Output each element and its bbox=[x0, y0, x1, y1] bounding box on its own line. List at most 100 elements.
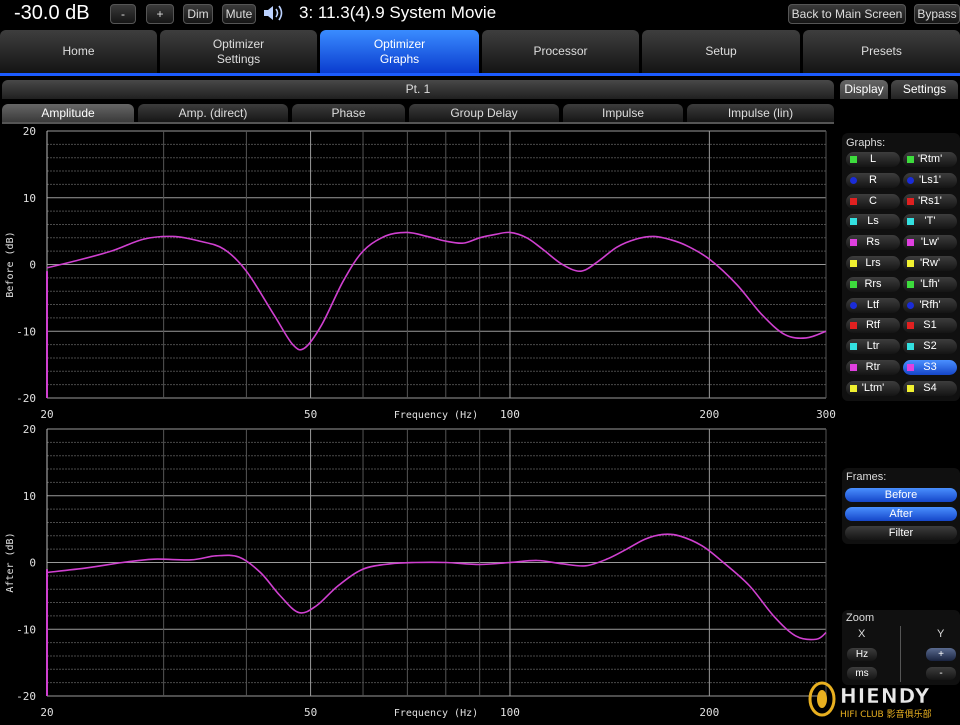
graph-toggle-l6[interactable]: Rrs bbox=[846, 276, 900, 292]
channel-label: 'Rs1' bbox=[918, 194, 942, 207]
frame-filter-button[interactable]: Filter bbox=[845, 526, 957, 540]
channel-label: 'Rtm' bbox=[917, 153, 943, 165]
graph-toggle-r11[interactable]: S4 bbox=[903, 380, 957, 396]
zoom-y-out-button[interactable]: - bbox=[926, 667, 956, 680]
channel-label: L bbox=[869, 153, 877, 165]
y-tick-label: 20 bbox=[23, 125, 36, 138]
tab-settings[interactable]: Settings bbox=[891, 80, 958, 99]
graph-toggle-r7[interactable]: 'Rfh' bbox=[903, 297, 957, 313]
graph-toggle-r5[interactable]: 'Rw' bbox=[903, 256, 957, 271]
channel-color-swatch bbox=[850, 156, 857, 163]
subtab-impulse-lin[interactable]: Impulse (lin) bbox=[687, 104, 834, 122]
channel-color-swatch bbox=[907, 301, 914, 309]
speaker-icon[interactable] bbox=[262, 3, 284, 23]
graph-toggle-r10[interactable]: S3 bbox=[903, 360, 957, 375]
channel-label: 'Rfh' bbox=[919, 298, 941, 311]
graph-toggle-r4[interactable]: 'Lw' bbox=[903, 235, 957, 251]
volume-up-button[interactable]: + bbox=[146, 4, 174, 24]
subtab-group-delay[interactable]: Group Delay bbox=[409, 104, 559, 122]
channel-color-swatch bbox=[850, 260, 857, 267]
graph-toggle-r3[interactable]: 'T' bbox=[903, 214, 957, 230]
y-tick-label: -10 bbox=[16, 325, 36, 338]
subtab-impulse[interactable]: Impulse bbox=[563, 104, 683, 122]
channel-color-swatch bbox=[850, 322, 857, 330]
zoom-x-ms-button[interactable]: ms bbox=[847, 667, 877, 680]
channel-label: Rtf bbox=[865, 319, 881, 332]
tab-label: Processor bbox=[533, 44, 588, 58]
graph-toggle-l10[interactable]: Rtr bbox=[846, 360, 900, 375]
zoom-x-label: X bbox=[858, 628, 866, 640]
channel-label: Rs bbox=[866, 236, 880, 249]
zoom-y-in-button[interactable]: + bbox=[926, 648, 956, 661]
graph-toggle-l0[interactable]: L bbox=[846, 152, 900, 167]
x-axis-label: Frequency (Hz) bbox=[394, 410, 478, 421]
channel-color-swatch bbox=[850, 301, 857, 309]
subtab-amp-direct[interactable]: Amp. (direct) bbox=[138, 104, 288, 122]
tab-setup[interactable]: Setup bbox=[642, 30, 800, 73]
channel-color-swatch bbox=[907, 239, 914, 247]
zoom-x-hz-button[interactable]: Hz bbox=[847, 648, 877, 661]
graph-toggle-r9[interactable]: S2 bbox=[903, 339, 957, 355]
bypass-button[interactable]: Bypass bbox=[914, 4, 960, 24]
tab-processor[interactable]: Processor bbox=[482, 30, 639, 73]
tab-optimizer-graphs[interactable]: Optimizer Graphs bbox=[320, 30, 479, 73]
graph-toggle-l3[interactable]: Ls bbox=[846, 214, 900, 230]
subtab-amplitude[interactable]: Amplitude bbox=[2, 104, 134, 122]
graph-toggle-l4[interactable]: Rs bbox=[846, 235, 900, 251]
channel-label: 'Ltm' bbox=[861, 381, 885, 394]
channel-label: S3 bbox=[923, 361, 937, 373]
tab-optimizer-settings[interactable]: Optimizer Settings bbox=[160, 30, 317, 73]
graph-toggle-r6[interactable]: 'Lfh' bbox=[903, 276, 957, 292]
channel-label: 'Ls1' bbox=[919, 173, 941, 186]
graph-toggle-r8[interactable]: S1 bbox=[903, 318, 957, 334]
zoom-divider bbox=[900, 626, 901, 682]
before-chart: 20100-10-20Before (dB)20 50 100 200 300Frequ… bbox=[5, 125, 836, 421]
frame-before-button[interactable]: Before bbox=[845, 488, 957, 502]
channel-label: Rtr bbox=[865, 361, 881, 373]
graph-toggle-l9[interactable]: Ltr bbox=[846, 339, 900, 355]
volume-down-button[interactable]: - bbox=[110, 4, 136, 24]
channel-color-swatch bbox=[907, 280, 914, 288]
graphs-panel: Graphs: L R C Ls Rs Lrs Rrs Ltf Rtf Ltr Rtr 'Ltm' '… bbox=[842, 133, 960, 401]
channel-label: Lrs bbox=[865, 257, 881, 269]
channel-color-swatch bbox=[907, 322, 914, 330]
channel-color-swatch bbox=[907, 197, 914, 205]
dim-button[interactable]: Dim bbox=[183, 4, 213, 24]
channel-color-swatch bbox=[907, 384, 914, 392]
zoom-y-label: Y bbox=[937, 628, 945, 640]
x-tick-label: 50 bbox=[304, 408, 317, 421]
graph-toggle-l7[interactable]: Ltf bbox=[846, 297, 900, 313]
tab-label: Optimizer bbox=[373, 36, 426, 51]
y-tick-label: -20 bbox=[16, 392, 36, 405]
graph-toggle-l11[interactable]: 'Ltm' bbox=[846, 380, 900, 396]
graph-toggle-l8[interactable]: Rtf bbox=[846, 318, 900, 334]
channel-color-swatch bbox=[907, 343, 914, 351]
y-axis-label: After (dB) bbox=[5, 532, 16, 592]
tab-display[interactable]: Display bbox=[840, 80, 888, 99]
preset-title: 3: 11.3(4).9 System Movie bbox=[299, 3, 497, 22]
graph-toggle-l1[interactable]: R bbox=[846, 172, 900, 188]
graph-toggle-r2[interactable]: 'Rs1' bbox=[903, 193, 957, 209]
graph-toggle-r0[interactable]: 'Rtm' bbox=[903, 152, 957, 167]
channel-color-swatch bbox=[850, 364, 857, 371]
after-chart: 20100-10-20After (dB)20 50 100 200Frequency… bbox=[5, 423, 827, 719]
x-tick-label: 100 bbox=[500, 706, 520, 719]
graph-toggle-l5[interactable]: Lrs bbox=[846, 256, 900, 271]
channel-label: Ltr bbox=[866, 340, 880, 353]
channel-label: R bbox=[869, 173, 877, 186]
graph-toggle-r1[interactable]: 'Ls1' bbox=[903, 172, 957, 188]
position-selector[interactable]: Pt. 1 bbox=[2, 80, 834, 99]
channel-label: C bbox=[869, 194, 877, 207]
tab-label: Home bbox=[62, 44, 95, 58]
subtab-phase[interactable]: Phase bbox=[292, 104, 405, 122]
tab-home[interactable]: Home bbox=[0, 30, 157, 73]
tab-presets[interactable]: Presets bbox=[803, 30, 960, 73]
channel-label: Rrs bbox=[864, 277, 882, 290]
channel-color-swatch bbox=[850, 280, 857, 288]
graph-toggle-l2[interactable]: C bbox=[846, 193, 900, 209]
channel-color-swatch bbox=[850, 343, 857, 351]
back-to-main-button[interactable]: Back to Main Screen bbox=[788, 4, 906, 24]
channel-label: S2 bbox=[923, 340, 937, 353]
mute-button[interactable]: Mute bbox=[222, 4, 256, 24]
frame-after-button[interactable]: After bbox=[845, 507, 957, 521]
